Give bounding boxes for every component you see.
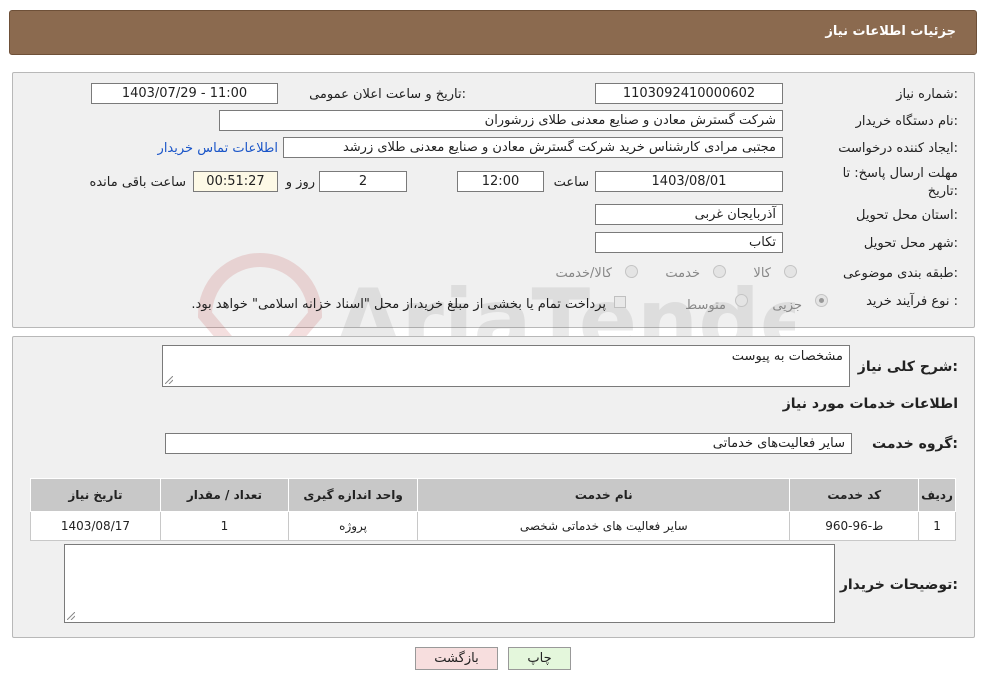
cell-row-number: 1	[918, 511, 956, 541]
category-radio-goods-service[interactable]	[625, 265, 638, 278]
cell-unit: پروژه	[288, 511, 419, 541]
category-radio-goods[interactable]	[784, 265, 797, 278]
cell-need-date: 1403/08/17	[30, 511, 161, 541]
table-row: 1 ط-96-960 سایر فعالیت های خدماتی شخصی پ…	[30, 511, 956, 541]
buyer-notes-label: توضیحات خریدار:	[839, 577, 958, 593]
buyer-org-label: نام دستگاه خریدار:	[855, 114, 958, 129]
need-number-field: 1103092410000602	[595, 83, 783, 104]
treasury-payment-checkbox[interactable]	[614, 296, 626, 308]
print-button[interactable]: چاپ	[508, 647, 571, 670]
deadline-hour-label: ساعت	[553, 175, 589, 190]
process-option-medium-label: متوسط	[685, 298, 726, 313]
column-header-unit: واحد اندازه گیری	[288, 478, 419, 512]
process-type-label: نوع فرآیند خرید :	[866, 294, 958, 309]
service-group-label: گروه خدمت:	[872, 436, 958, 452]
deadline-label-line2: تاریخ:	[927, 184, 958, 199]
category-radio-service[interactable]	[713, 265, 726, 278]
requester-label: ایجاد کننده درخواست:	[838, 141, 958, 156]
column-header-row-number: ردیف	[918, 478, 956, 512]
deadline-time-field: 12:00	[457, 171, 544, 192]
city-label: شهر محل تحویل:	[863, 236, 958, 251]
days-and-label: روز و	[285, 175, 315, 190]
deadline-date-field: 1403/08/01	[595, 171, 783, 192]
remaining-time-field: 00:51:27	[193, 171, 278, 192]
buyer-org-field: شرکت گسترش معادن و صنایع معدنی طلای زرشو…	[219, 110, 783, 131]
column-header-quantity: تعداد / مقدار	[159, 478, 290, 512]
column-header-service-name: نام خدمت	[417, 478, 791, 512]
services-table: ردیف کد خدمت نام خدمت واحد اندازه گیری ت…	[30, 478, 956, 541]
table-header-row: ردیف کد خدمت نام خدمت واحد اندازه گیری ت…	[30, 478, 956, 512]
need-number-label: شماره نیاز:	[896, 87, 958, 102]
requester-field: مجتبی مرادی کارشناس خرید شرکت گسترش معاد…	[283, 137, 783, 158]
province-field: آذربایجان غربی	[595, 204, 783, 225]
general-desc-textarea[interactable]: مشخصات به پیوست	[162, 345, 850, 387]
page-header: جزئیات اطلاعات نیاز	[9, 10, 977, 55]
service-group-field: سایر فعالیت‌های خدماتی	[165, 433, 852, 454]
page-title: جزئیات اطلاعات نیاز	[825, 24, 956, 39]
buyer-contact-link[interactable]: اطلاعات تماس خریدار	[158, 141, 278, 156]
column-header-service-code: کد خدمت	[789, 478, 920, 512]
announce-datetime-field: 1403/07/29 - 11:00	[91, 83, 278, 104]
process-radio-medium[interactable]	[735, 294, 748, 307]
province-label: استان محل تحویل:	[856, 208, 958, 223]
days-field: 2	[319, 171, 407, 192]
buyer-notes-textarea[interactable]	[64, 544, 835, 623]
general-desc-label: شرح کلی نیاز:	[857, 359, 958, 375]
category-option-goods-label: کالا	[753, 266, 771, 281]
city-field: تکاب	[595, 232, 783, 253]
announce-datetime-label: تاریخ و ساعت اعلان عمومی:	[309, 87, 466, 102]
category-option-goods-service-label: کالا/خدمت	[555, 266, 612, 281]
services-info-heading: اطلاعات خدمات مورد نیاز	[782, 396, 958, 412]
remaining-label: ساعت باقی مانده	[89, 175, 186, 190]
cell-service-code: ط-96-960	[789, 511, 920, 541]
resize-handle-icon[interactable]	[165, 376, 173, 384]
category-label: طبقه بندی موضوعی:	[842, 266, 958, 281]
cell-quantity: 1	[159, 511, 290, 541]
resize-handle-icon[interactable]	[67, 612, 75, 620]
category-option-service-label: خدمت	[665, 266, 700, 281]
column-header-need-date: تاریخ نیاز	[30, 478, 161, 512]
cell-service-name: سایر فعالیت های خدماتی شخصی	[417, 511, 791, 541]
back-button[interactable]: بازگشت	[415, 647, 498, 670]
payment-note: پرداخت تمام یا بخشی از مبلغ خرید،از محل …	[191, 297, 606, 312]
process-option-minor-label: جزیی	[772, 298, 802, 313]
process-radio-minor[interactable]	[815, 294, 828, 307]
deadline-label-line1: مهلت ارسال پاسخ: تا	[842, 166, 958, 181]
